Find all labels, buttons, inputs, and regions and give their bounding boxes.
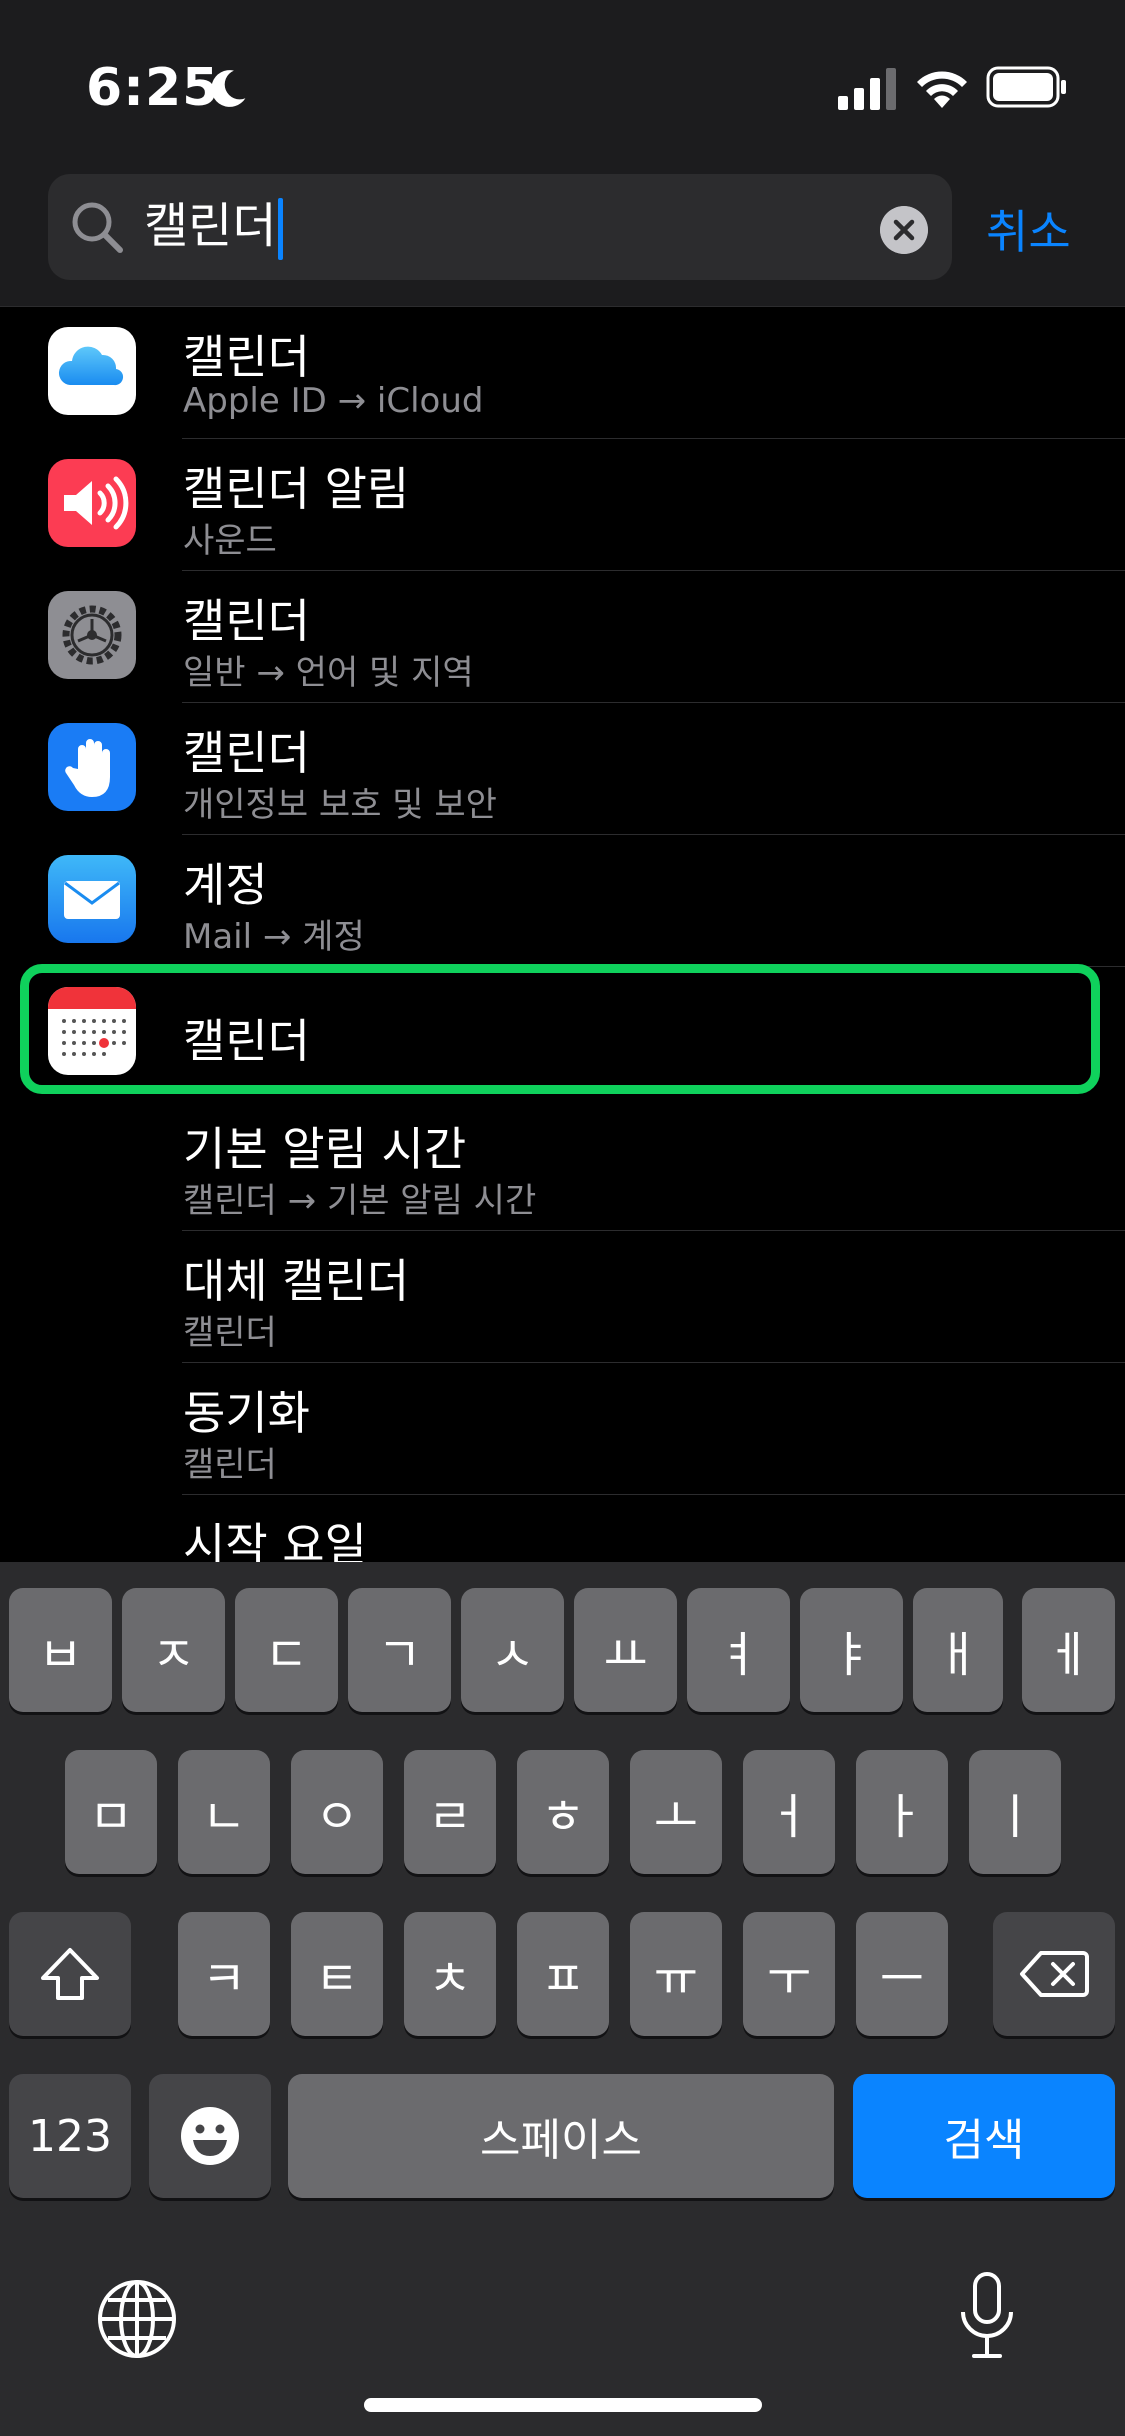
microphone-icon[interactable] — [956, 2270, 1018, 2362]
key[interactable]: ㅜ — [743, 1912, 835, 2036]
key[interactable]: ㅔ — [1022, 1588, 1115, 1712]
search-header: 캘린더 취소 — [0, 170, 1125, 307]
gear-icon — [48, 591, 136, 679]
result-row-general-calendar[interactable]: 캘린더 일반 → 언어 및 지역 — [0, 571, 1125, 703]
result-title: 기본 알림 시간 — [183, 1122, 467, 1176]
backspace-icon — [1020, 1951, 1089, 1997]
key[interactable]: ㅏ — [856, 1750, 948, 1874]
shift-key[interactable] — [9, 1912, 131, 2036]
emoji-key[interactable] — [149, 2074, 271, 2198]
key[interactable]: ㅗ — [630, 1750, 722, 1874]
result-subtitle: 캘린더 — [183, 1445, 277, 1485]
result-row-privacy-calendar[interactable]: 캘린더 개인정보 보호 및 보안 — [0, 703, 1125, 835]
wifi-icon — [917, 71, 967, 108]
result-subtitle: Apple ID → iCloud — [183, 381, 484, 421]
icloud-icon — [48, 327, 136, 415]
space-key[interactable]: 스페이스 — [288, 2074, 834, 2198]
text-caret — [278, 198, 284, 260]
result-subtitle: 캘린더 — [183, 1313, 277, 1353]
result-title: 캘린더 — [183, 594, 310, 648]
result-row-sync[interactable]: 동기화 캘린더 — [0, 1363, 1125, 1495]
key[interactable]: ㅈ — [122, 1588, 225, 1712]
key[interactable]: ㅂ — [9, 1588, 112, 1712]
key[interactable]: ㅇ — [291, 1750, 383, 1874]
result-row-default-alert-times[interactable]: 기본 알림 시간 캘린더 → 기본 알림 시간 — [0, 1099, 1125, 1231]
result-title: 캘린더 알림 — [183, 462, 410, 516]
key[interactable]: ㅍ — [517, 1912, 609, 2036]
clear-search-button[interactable] — [880, 206, 928, 254]
numbers-key[interactable]: 123 — [9, 2074, 131, 2198]
result-row-calendar-alerts[interactable]: 캘린더 알림 사운드 — [0, 439, 1125, 571]
result-title: 대체 캘린더 — [183, 1254, 410, 1308]
result-subtitle: 개인정보 보호 및 보안 — [183, 785, 497, 825]
globe-icon[interactable] — [96, 2278, 178, 2360]
search-icon — [72, 202, 123, 253]
cancel-button[interactable]: 취소 — [986, 196, 1071, 262]
key[interactable]: ㄴ — [178, 1750, 270, 1874]
shift-icon — [41, 1948, 99, 2000]
key[interactable]: ㅑ — [800, 1588, 903, 1712]
moon-icon — [211, 70, 246, 107]
privacy-hand-icon — [48, 723, 136, 811]
result-row-icloud-calendar[interactable]: 캘린더 Apple ID → iCloud — [0, 307, 1125, 439]
key[interactable]: ㅕ — [687, 1588, 790, 1712]
search-input[interactable]: 캘린더 — [144, 196, 284, 260]
search-field[interactable]: 캘린더 — [48, 174, 952, 280]
key[interactable]: ㅁ — [65, 1750, 157, 1874]
key[interactable]: ㅎ — [517, 1750, 609, 1874]
mail-icon — [48, 855, 136, 943]
result-subtitle: 캘린더 → 기본 알림 시간 — [183, 1181, 537, 1221]
search-key[interactable]: 검색 — [853, 2074, 1115, 2198]
sound-icon — [48, 459, 136, 547]
status-bar: 6:25 — [0, 0, 1125, 170]
key[interactable]: ㅋ — [178, 1912, 270, 2036]
key[interactable]: ㄱ — [348, 1588, 451, 1712]
result-row-mail-accounts[interactable]: 계정 Mail → 계정 — [0, 835, 1125, 967]
key[interactable]: ㅅ — [461, 1588, 564, 1712]
key[interactable]: ㅐ — [913, 1588, 1003, 1712]
result-subtitle: 일반 → 언어 및 지역 — [183, 653, 474, 693]
emoji-icon — [181, 2107, 239, 2165]
home-indicator[interactable] — [364, 2398, 762, 2412]
key[interactable]: ㄷ — [235, 1588, 338, 1712]
result-title: 동기화 — [183, 1386, 310, 1440]
result-subtitle: Mail → 계정 — [183, 917, 365, 957]
key[interactable]: ㅊ — [404, 1912, 496, 2036]
key[interactable]: ㅓ — [743, 1750, 835, 1874]
key[interactable]: ㅣ — [969, 1750, 1061, 1874]
result-title: 캘린더 — [183, 726, 310, 780]
battery-icon — [986, 66, 1066, 108]
keyboard: ㅂ ㅈ ㄷ ㄱ ㅅ ㅛ ㅕ ㅑ ㅐ ㅔ ㅁ ㄴ ㅇ ㄹ ㅎ ㅗ ㅓ ㅏ ㅣ ㅋ … — [0, 1562, 1125, 2436]
key[interactable]: ㄹ — [404, 1750, 496, 1874]
signal-icon — [838, 68, 896, 110]
key[interactable]: ㅌ — [291, 1912, 383, 2036]
key[interactable]: ㅠ — [630, 1912, 722, 2036]
result-title: 계정 — [183, 858, 268, 912]
delete-key[interactable] — [993, 1912, 1115, 2036]
result-subtitle: 사운드 — [183, 521, 277, 561]
result-row-alternate-calendars[interactable]: 대체 캘린더 캘린더 — [0, 1231, 1125, 1363]
key[interactable]: ㅡ — [856, 1912, 948, 2036]
status-time: 6:25 — [86, 58, 220, 118]
key[interactable]: ㅛ — [574, 1588, 677, 1712]
highlight-box — [20, 964, 1100, 1094]
result-title: 캘린더 — [183, 330, 310, 384]
